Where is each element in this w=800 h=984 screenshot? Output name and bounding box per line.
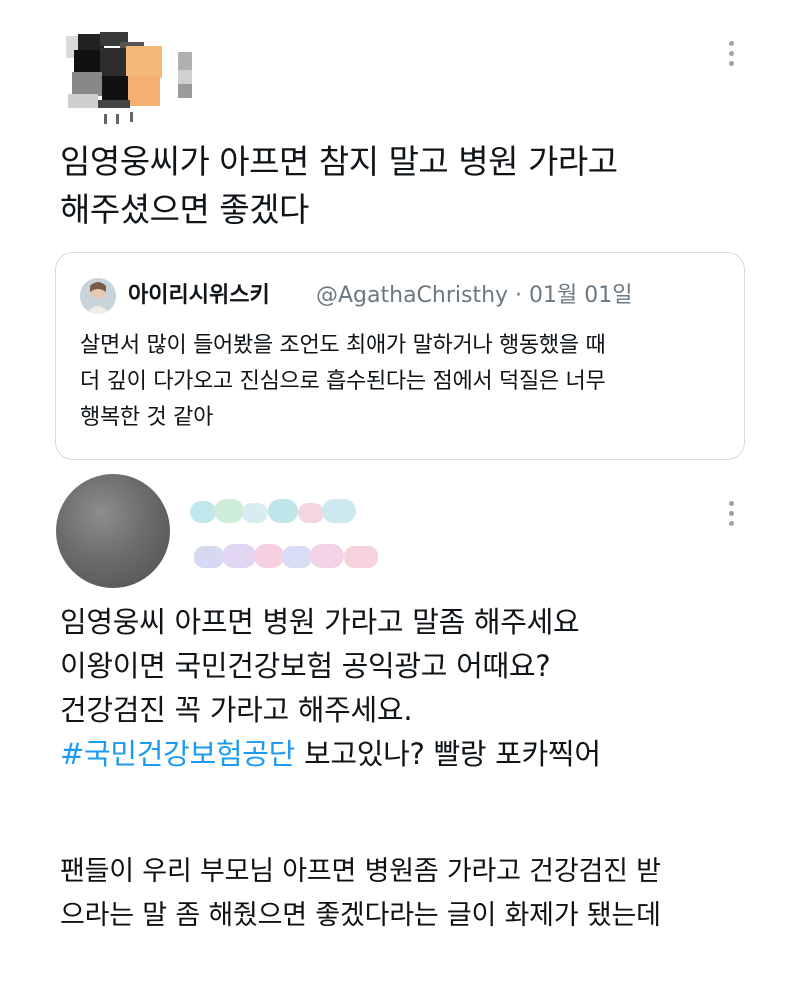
tweet2-text-line: #국민건강보험공단 보고있나? 빨랑 포카찍어	[60, 732, 760, 776]
tweet1-text-line: 임영웅씨가 아프면 참지 말고 병원 가라고	[60, 142, 618, 181]
tweet2-name-blurred	[190, 497, 370, 527]
quote-display-name[interactable]: 아이리시위스키	[128, 282, 270, 310]
tweet2-avatar[interactable]	[56, 474, 170, 588]
hashtag-link[interactable]: #국민건강보험공단	[60, 737, 295, 771]
caption-line: 팬들이 우리 부모님 아프면 병원좀 가라고 건강검진 받	[60, 856, 661, 887]
quote-text-line: 행복한 것 같아	[80, 405, 214, 430]
tweet2-text-line: 이왕이면 국민건강보험 공익광고 어때요?	[60, 649, 551, 683]
tweet1-text-line: 해주셨으면 좋겠다	[60, 190, 309, 229]
tweet1-handle-pixelated	[178, 52, 194, 104]
quote-text-line: 살면서 많이 들어봤을 조언도 최애가 말하거나 행동했을 때	[80, 333, 606, 358]
tweet2-text-line: 임영웅씨 아프면 병원 가라고 말좀 해주세요	[60, 605, 580, 639]
tweet1-avatar-pixelated[interactable]	[60, 30, 170, 126]
article-caption: 팬들이 우리 부모님 아프면 병원좀 가라고 건강검진 받 으라는 말 좀 해줬…	[60, 850, 780, 938]
quote-handle-date: @AgathaChristhy · 01월 01일	[316, 283, 633, 308]
quote-text: 살면서 많이 들어봤을 조언도 최애가 말하거나 행동했을 때 더 깊이 다가오…	[80, 328, 740, 436]
quote-avatar[interactable]	[80, 278, 116, 314]
tweet1-text: 임영웅씨가 아프면 참지 말고 병원 가라고 해주셨으면 좋겠다	[60, 138, 760, 234]
tweet2-text-fragment: 보고있나? 빨랑 포카찍어	[295, 737, 601, 771]
tweet2-text: 임영웅씨 아프면 병원 가라고 말좀 해주세요 이왕이면 국민건강보험 공익광고…	[60, 600, 760, 776]
more-vertical-icon[interactable]	[727, 501, 735, 526]
tweet2-handle-blurred	[194, 540, 390, 572]
tweet2-text-line: 건강검진 꼭 가라고 해주세요.	[60, 693, 413, 727]
caption-line: 으라는 말 좀 해줬으면 좋겠다라는 글이 화제가 됐는데	[60, 900, 661, 931]
more-vertical-icon[interactable]	[727, 41, 735, 66]
quote-text-line: 더 깊이 다가오고 진심으로 흡수된다는 점에서 덕질은 너무	[80, 369, 606, 394]
